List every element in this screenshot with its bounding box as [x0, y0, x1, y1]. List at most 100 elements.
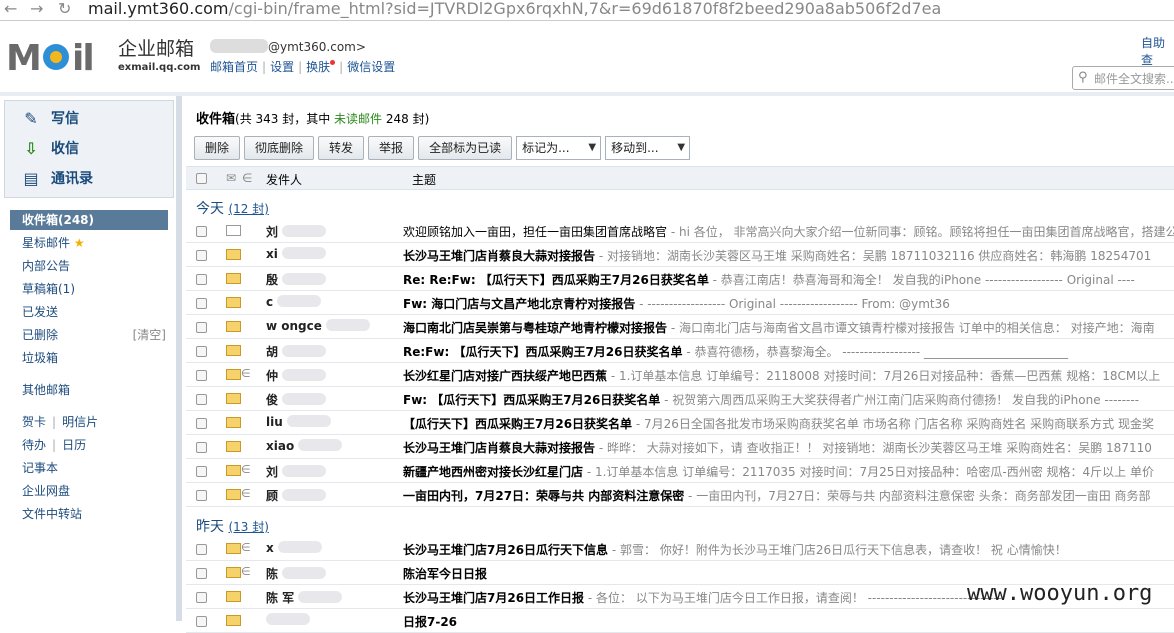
folder-sent[interactable]: 已发送 [10, 301, 168, 324]
folder-announcements[interactable]: 内部公告 [10, 255, 168, 278]
back-icon[interactable]: ← [4, 0, 17, 18]
mark-all-read-button[interactable]: 全部标为已读 [418, 136, 513, 160]
attachment-icon: ∈ [241, 541, 251, 554]
envelope-icon [226, 345, 241, 356]
receive-button[interactable]: ⇩ 收信 [21, 134, 79, 162]
table-row[interactable]: ∈ 仲 长沙红星门店对接广西扶绥产地巴西蕉 - 1.订单基本信息 订单编号：211… [186, 363, 1174, 387]
clear-deleted-link[interactable]: [清空] [133, 324, 166, 347]
row-checkbox[interactable] [196, 250, 207, 261]
subject-text: 陈治军今日日报 [403, 567, 488, 581]
link-wechat-settings[interactable]: 微信设置 [347, 60, 395, 74]
preview-text: - 一亩田内刊，7月27日：荣辱与共 内部资料注意保密 头条：商务部发团一亩田 … [684, 489, 1151, 503]
unread-link[interactable]: 未读邮件 [334, 112, 382, 126]
table-row[interactable]: liu 【瓜行天下】西瓜采购王7月26日获奖名单 - 7月26日全国各批发市场采… [186, 411, 1174, 435]
row-sender: 陈 军 [266, 589, 401, 606]
link-todo[interactable]: 待办 [22, 438, 46, 452]
table-row[interactable]: ∈ x 长沙马王堆门店7月26日瓜行天下信息 - 郭雪： 你好！附件为长沙马王堆门… [186, 537, 1174, 561]
row-checkbox[interactable] [196, 322, 207, 333]
table-row[interactable]: 刘 欢迎顾铭加入一亩田，担任一亩田集团首席战略官 - hi 各位， 非常高兴向大… [186, 219, 1174, 243]
table-row[interactable]: xiao 长沙马王堆门店肖蔡良大蒜对接报告 - 晔晔： 大蒜对接如下，请 查收指… [186, 435, 1174, 459]
preview-text: - hi 各位， 非常高兴向大家介绍一位新同事：顾铭。顾铭将担任一亩田集团首席战… [667, 225, 1174, 239]
row-checkbox[interactable] [196, 226, 207, 237]
sender-name: c [266, 295, 274, 309]
self-help-link[interactable]: 自助查 [1141, 34, 1174, 68]
link-file-transfer[interactable]: 文件中转站 [10, 503, 168, 526]
row-checkbox[interactable] [196, 616, 207, 627]
envelope-icon [226, 591, 241, 602]
link-greeting-cards[interactable]: 贺卡 [22, 415, 46, 429]
sender-name: xi [266, 247, 278, 261]
report-button[interactable]: 举报 [368, 136, 415, 160]
folder-starred[interactable]: 星标邮件 ★ [10, 232, 168, 255]
row-checkbox[interactable] [196, 544, 207, 555]
row-sender: 刘 [266, 463, 401, 480]
row-checkbox[interactable] [196, 592, 207, 603]
folder-spam[interactable]: 垃圾箱 [10, 347, 168, 370]
link-skin[interactable]: 换肤 [306, 60, 330, 74]
link-mailbox-home[interactable]: 邮箱首页 [210, 60, 258, 74]
folder-deleted[interactable]: 已删除 [清空] [10, 324, 168, 347]
table-row[interactable]: xi 长沙马王堆门店肖蔡良大蒜对接报告 - 对接销地：湖南长沙芙蓉区马王堆 采购… [186, 243, 1174, 267]
folder-other-mailboxes[interactable]: 其他邮箱 [10, 379, 168, 402]
col-subject[interactable]: 主题 [412, 171, 436, 188]
redacted-sender [286, 415, 331, 427]
envelope-icon [226, 225, 241, 236]
envelope-icon [226, 567, 241, 578]
row-checkbox[interactable] [196, 442, 207, 453]
table-row[interactable]: 殷 Re: Re:Fw: 【瓜行天下】西瓜采购王7月26日获奖名单 - 恭喜江南… [186, 267, 1174, 291]
group-yesterday-label: 昨天 [196, 519, 224, 535]
inbox-summary-pre: (共 343 封，其中 [235, 112, 335, 126]
row-subject: 欢迎顾铭加入一亩田，担任一亩田集团首席战略官 - hi 各位， 非常高兴向大家介… [403, 223, 1174, 240]
row-checkbox[interactable] [196, 298, 207, 309]
table-row[interactable]: 日报7-26 [186, 609, 1174, 633]
envelope-icon [226, 465, 241, 476]
delete-button[interactable]: 删除 [194, 136, 241, 160]
link-calendar[interactable]: 日历 [62, 438, 86, 452]
row-checkbox[interactable] [196, 370, 207, 381]
folder-drafts[interactable]: 草稿箱(1) [10, 278, 168, 301]
subject-text: 日报7-26 [403, 615, 458, 629]
group-yesterday: 昨天 (13 封) [196, 516, 269, 536]
url-field[interactable]: mail.ymt360.com/cgi-bin/frame_html?sid=J… [88, 0, 941, 19]
redacted-sender [282, 465, 327, 477]
link-netdisk[interactable]: 企业网盘 [10, 480, 168, 503]
col-from[interactable]: 发件人 [266, 171, 302, 188]
preview-text: - 1.订单基本信息 订单编号：2118008 对接时间：7月26日对接品种：香… [607, 369, 1161, 383]
group-yesterday-count[interactable]: (13 封) [228, 520, 268, 534]
permanent-delete-button[interactable]: 彻底删除 [244, 136, 315, 160]
redacted-sender [277, 541, 322, 553]
group-today-count[interactable]: (12 封) [228, 202, 268, 216]
attachment-icon: ∈ [241, 463, 251, 476]
search-box[interactable]: ⚲ 邮件全文搜索... [1072, 66, 1174, 90]
row-checkbox[interactable] [196, 466, 207, 477]
link-notepad[interactable]: 记事本 [10, 457, 168, 480]
row-subject: 长沙马王堆门店7月26日瓜行天下信息 - 郭雪： 你好！附件为长沙马王堆门店26… [403, 541, 1067, 558]
link-postcards[interactable]: 明信片 [62, 415, 98, 429]
inbox-summary-post: 248 封) [382, 112, 430, 126]
forward-icon[interactable]: → [30, 0, 43, 18]
table-row[interactable]: c Fw: 海口门店与文昌产地北京青柠对接报告 - --------------… [186, 291, 1174, 315]
compose-button[interactable]: ✎ 写信 [21, 104, 79, 132]
select-all-checkbox[interactable] [196, 173, 207, 184]
link-settings[interactable]: 设置 [270, 60, 294, 74]
folder-inbox[interactable]: 收件箱(248) [10, 210, 168, 230]
forward-button[interactable]: 转发 [318, 136, 365, 160]
row-checkbox[interactable] [196, 418, 207, 429]
table-row[interactable]: ∈ 顾 一亩田内刊，7月27日：荣辱与共 内部资料注意保密 - 一亩田内刊，7月2… [186, 483, 1174, 507]
row-checkbox[interactable] [196, 346, 207, 357]
row-checkbox[interactable] [196, 394, 207, 405]
row-checkbox[interactable] [196, 274, 207, 285]
table-row[interactable]: w ongce 海口南北门店吴崇第与粤桂琼产地青柠檬对接报告 - 海口南北门店与… [186, 315, 1174, 339]
table-row[interactable]: 胡 Re:Fw: 【瓜行天下】西瓜采购王7月26日获奖名单 - 恭喜符德杨，恭喜… [186, 339, 1174, 363]
move-to-select[interactable]: 移动到... ▼ [605, 136, 691, 160]
reload-icon[interactable]: ↻ [58, 0, 71, 18]
row-checkbox[interactable] [196, 568, 207, 579]
table-row[interactable]: 俊 Fw: 【瓜行天下】西瓜采购王7月26日获奖名单 - 祝贺第六周西瓜采购王大… [186, 387, 1174, 411]
table-row[interactable]: ∈ 刘 新疆产地西州密对接长沙红星门店 - 1.订单基本信息 订单编号：21170… [186, 459, 1174, 483]
contacts-button[interactable]: ▤ 通讯录 [21, 164, 93, 192]
row-checkbox[interactable] [196, 490, 207, 501]
row-subject: Fw: 海口门店与文昌产地北京青柠对接报告 - ----------------… [403, 295, 950, 312]
mark-as-select[interactable]: 标记为... ▼ [516, 136, 602, 160]
envelope-icon [226, 321, 241, 332]
inbox-title: 收件箱(共 343 封，其中 未读邮件 248 封) [196, 108, 429, 127]
